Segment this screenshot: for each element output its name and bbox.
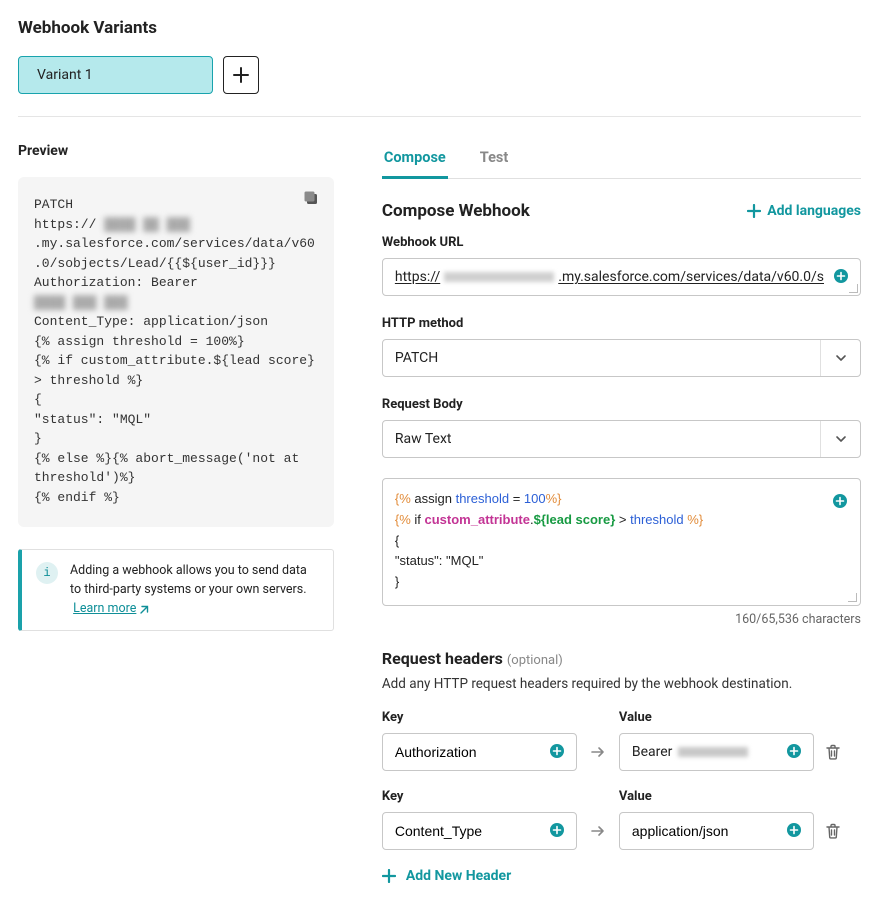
- header-value-input[interactable]: [619, 812, 814, 850]
- external-link-icon: [138, 604, 150, 616]
- body-type-select[interactable]: Raw Text: [382, 420, 861, 458]
- arrow-right-icon: [587, 743, 609, 771]
- headers-subtext: Add any HTTP request headers required by…: [382, 676, 861, 692]
- value-label: Value: [619, 710, 814, 725]
- tab-compose[interactable]: Compose: [382, 143, 448, 179]
- add-header-button[interactable]: Add New Header: [382, 868, 861, 884]
- divider: [18, 116, 861, 117]
- add-variant-button[interactable]: [223, 56, 259, 94]
- plus-icon: [233, 67, 249, 83]
- delete-header-button[interactable]: [824, 743, 842, 771]
- method-label: HTTP method: [382, 316, 861, 331]
- copy-icon[interactable]: [302, 189, 320, 207]
- url-label: Webhook URL: [382, 235, 861, 250]
- header-key-input[interactable]: [382, 733, 577, 771]
- plus-circle-icon[interactable]: [832, 493, 850, 511]
- info-icon: i: [36, 562, 58, 584]
- resize-handle-icon[interactable]: [847, 592, 857, 602]
- plus-icon: [382, 869, 396, 883]
- tab-test[interactable]: Test: [478, 143, 511, 179]
- headers-optional: (optional): [507, 653, 563, 668]
- plus-circle-icon[interactable]: [549, 822, 567, 840]
- arrow-right-icon: [587, 822, 609, 850]
- plus-circle-icon[interactable]: [549, 743, 567, 761]
- header-value-input[interactable]: Bearer: [619, 733, 814, 771]
- variant-tab[interactable]: Variant 1: [18, 56, 213, 94]
- headers-label: Request headers: [382, 649, 503, 668]
- plus-circle-icon[interactable]: [786, 822, 804, 840]
- trash-icon: [824, 822, 842, 840]
- tab-bar: Compose Test: [382, 143, 861, 179]
- variants-row: Variant 1: [18, 56, 861, 94]
- body-counter: 160/65,536 characters: [382, 612, 861, 627]
- plus-icon: [747, 204, 761, 218]
- preview-heading: Preview: [18, 143, 334, 159]
- preview-code: PATCH https:// ████ ██ ███ .my.salesforc…: [34, 195, 318, 507]
- key-label: Key: [382, 710, 577, 725]
- trash-icon: [824, 743, 842, 761]
- key-label: Key: [382, 789, 577, 804]
- info-text: Adding a webhook allows you to send data…: [70, 563, 307, 597]
- compose-heading: Compose Webhook: [382, 201, 530, 221]
- info-card: i Adding a webhook allows you to send da…: [18, 549, 334, 631]
- delete-header-button[interactable]: [824, 822, 842, 850]
- webhook-url-input[interactable]: https://.my.salesforce.com/services/data…: [382, 258, 861, 296]
- plus-circle-icon[interactable]: [786, 743, 804, 761]
- chevron-down-icon: [820, 340, 860, 376]
- body-label: Request Body: [382, 397, 861, 412]
- add-languages-button[interactable]: Add languages: [747, 203, 861, 219]
- learn-more-link[interactable]: Learn more: [73, 601, 150, 616]
- header-row: Key Value: [382, 789, 861, 850]
- request-body-editor[interactable]: {% assign threshold = 100%} {% if custom…: [382, 478, 861, 606]
- chevron-down-icon: [820, 421, 860, 457]
- header-row: Key Value Bearer: [382, 710, 861, 771]
- page-title: Webhook Variants: [18, 18, 861, 38]
- header-key-input[interactable]: [382, 812, 577, 850]
- http-method-select[interactable]: PATCH: [382, 339, 861, 377]
- resize-handle-icon[interactable]: [848, 283, 858, 293]
- preview-box: PATCH https:// ████ ██ ███ .my.salesforc…: [18, 177, 334, 527]
- value-label: Value: [619, 789, 814, 804]
